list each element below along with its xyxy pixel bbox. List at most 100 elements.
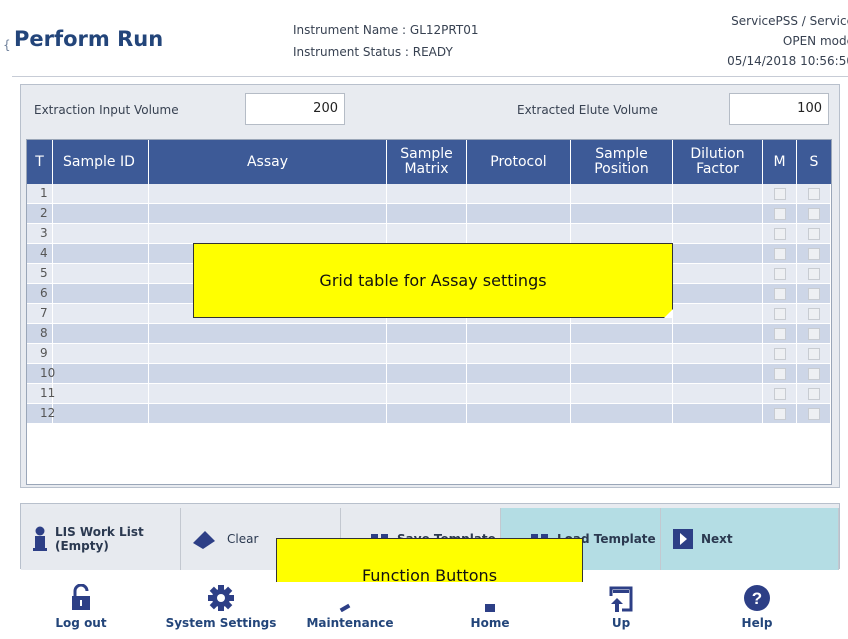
grid-cell[interactable] xyxy=(673,364,763,383)
grid-cell[interactable] xyxy=(467,344,571,363)
grid-cell[interactable] xyxy=(53,204,149,223)
checkbox[interactable] xyxy=(773,207,786,220)
s-checkbox-cell[interactable] xyxy=(797,184,831,203)
grid-cell[interactable] xyxy=(673,324,763,343)
grid-cell[interactable] xyxy=(571,364,673,383)
checkbox[interactable] xyxy=(773,187,786,200)
table-row[interactable]: 12 xyxy=(27,404,831,424)
m-checkbox-cell[interactable] xyxy=(763,224,797,243)
nav-help[interactable]: ? Help xyxy=(697,584,817,630)
s-checkbox-cell[interactable] xyxy=(797,384,831,403)
grid-cell[interactable] xyxy=(467,224,571,243)
m-checkbox-cell[interactable] xyxy=(763,344,797,363)
grid-cell[interactable] xyxy=(53,244,149,263)
m-checkbox-cell[interactable] xyxy=(763,244,797,263)
s-checkbox-cell[interactable] xyxy=(797,264,831,283)
extraction-volume-input[interactable]: 200 xyxy=(245,93,345,125)
next-button[interactable]: Next xyxy=(661,508,839,570)
s-checkbox-cell[interactable] xyxy=(797,204,831,223)
grid-cell[interactable] xyxy=(673,344,763,363)
checkbox[interactable] xyxy=(807,307,820,320)
s-checkbox-cell[interactable] xyxy=(797,404,831,423)
grid-cell[interactable] xyxy=(387,224,467,243)
table-row[interactable]: 2 xyxy=(27,204,831,224)
grid-cell[interactable] xyxy=(467,404,571,423)
checkbox[interactable] xyxy=(807,407,820,420)
grid-cell[interactable] xyxy=(149,324,387,343)
col-header-t[interactable]: T xyxy=(27,140,53,184)
grid-cell[interactable] xyxy=(53,344,149,363)
grid-cell[interactable] xyxy=(467,204,571,223)
nav-up[interactable]: Up xyxy=(561,584,681,630)
grid-cell[interactable] xyxy=(571,404,673,423)
grid-cell[interactable] xyxy=(149,204,387,223)
grid-cell[interactable] xyxy=(387,344,467,363)
table-row[interactable]: 3 xyxy=(27,224,831,244)
table-row[interactable]: 8 xyxy=(27,324,831,344)
elute-volume-input[interactable]: 100 xyxy=(729,93,829,125)
table-row[interactable]: 9 xyxy=(27,344,831,364)
col-header-sample-position[interactable]: Sample Position xyxy=(571,140,673,184)
grid-cell[interactable] xyxy=(673,284,763,303)
grid-cell[interactable] xyxy=(673,264,763,283)
checkbox[interactable] xyxy=(773,307,786,320)
grid-cell[interactable] xyxy=(571,224,673,243)
col-header-sample-matrix[interactable]: Sample Matrix xyxy=(387,140,467,184)
lis-work-list-button[interactable]: LIS Work List (Empty) xyxy=(21,508,181,570)
checkbox[interactable] xyxy=(807,187,820,200)
grid-cell[interactable] xyxy=(571,344,673,363)
checkbox[interactable] xyxy=(807,207,820,220)
grid-cell[interactable] xyxy=(53,364,149,383)
grid-cell[interactable] xyxy=(149,364,387,383)
nav-maintenance[interactable]: Maintenance xyxy=(290,584,410,630)
col-header-sample-id[interactable]: Sample ID xyxy=(53,140,149,184)
grid-cell[interactable] xyxy=(53,224,149,243)
s-checkbox-cell[interactable] xyxy=(797,244,831,263)
grid-cell[interactable] xyxy=(53,264,149,283)
checkbox[interactable] xyxy=(773,407,786,420)
grid-cell[interactable] xyxy=(467,364,571,383)
nav-home[interactable]: Home xyxy=(430,584,550,630)
grid-cell[interactable] xyxy=(387,384,467,403)
grid-cell[interactable] xyxy=(673,224,763,243)
grid-cell[interactable] xyxy=(149,404,387,423)
nav-logout[interactable]: Log out xyxy=(21,583,141,630)
m-checkbox-cell[interactable] xyxy=(763,204,797,223)
s-checkbox-cell[interactable] xyxy=(797,304,831,323)
grid-cell[interactable] xyxy=(53,284,149,303)
grid-cell[interactable] xyxy=(571,184,673,203)
s-checkbox-cell[interactable] xyxy=(797,364,831,383)
checkbox[interactable] xyxy=(807,367,820,380)
nav-system-settings[interactable]: System Settings xyxy=(161,584,281,630)
checkbox[interactable] xyxy=(807,227,820,240)
grid-cell[interactable] xyxy=(387,324,467,343)
checkbox[interactable] xyxy=(773,327,786,340)
grid-cell[interactable] xyxy=(53,324,149,343)
checkbox[interactable] xyxy=(807,327,820,340)
grid-cell[interactable] xyxy=(673,404,763,423)
table-row[interactable]: 11 xyxy=(27,384,831,404)
checkbox[interactable] xyxy=(773,367,786,380)
checkbox[interactable] xyxy=(773,227,786,240)
grid-cell[interactable] xyxy=(571,204,673,223)
grid-cell[interactable] xyxy=(387,204,467,223)
grid-cell[interactable] xyxy=(571,324,673,343)
m-checkbox-cell[interactable] xyxy=(763,324,797,343)
checkbox[interactable] xyxy=(773,267,786,280)
m-checkbox-cell[interactable] xyxy=(763,404,797,423)
m-checkbox-cell[interactable] xyxy=(763,184,797,203)
checkbox[interactable] xyxy=(807,267,820,280)
m-checkbox-cell[interactable] xyxy=(763,384,797,403)
s-checkbox-cell[interactable] xyxy=(797,224,831,243)
s-checkbox-cell[interactable] xyxy=(797,324,831,343)
grid-cell[interactable] xyxy=(673,244,763,263)
checkbox[interactable] xyxy=(773,347,786,360)
grid-cell[interactable] xyxy=(467,184,571,203)
m-checkbox-cell[interactable] xyxy=(763,264,797,283)
grid-cell[interactable] xyxy=(571,384,673,403)
m-checkbox-cell[interactable] xyxy=(763,284,797,303)
table-row[interactable]: 1 xyxy=(27,184,831,204)
checkbox[interactable] xyxy=(773,287,786,300)
s-checkbox-cell[interactable] xyxy=(797,344,831,363)
grid-cell[interactable] xyxy=(53,384,149,403)
